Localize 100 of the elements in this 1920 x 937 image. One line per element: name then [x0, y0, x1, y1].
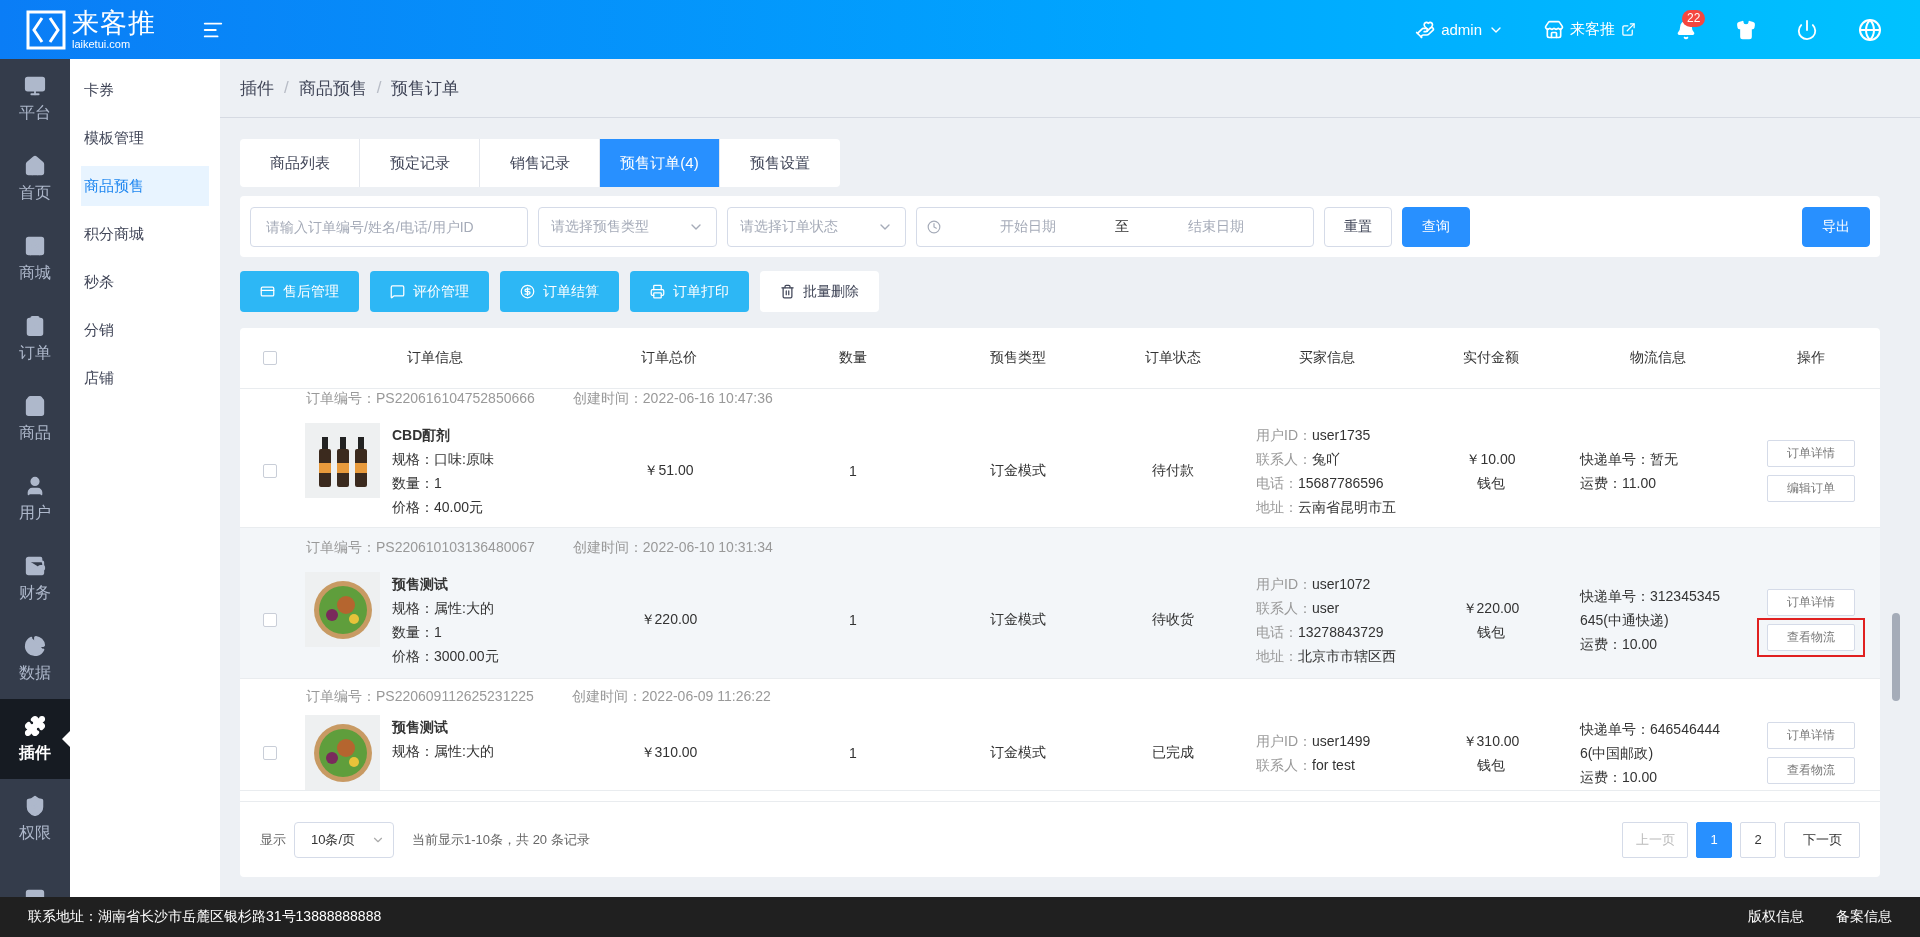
- nav-item[interactable]: 插件: [0, 699, 70, 779]
- puzzle-icon: [24, 714, 46, 737]
- tab[interactable]: 预定记录: [360, 139, 480, 187]
- order-row[interactable]: [240, 528, 1880, 679]
- row-action-button[interactable]: 订单详情: [1766, 721, 1855, 749]
- product-name: 预售测试: [392, 575, 449, 594]
- breadcrumb-separator: /: [376, 78, 382, 98]
- column-header: 实付金额: [1463, 349, 1519, 367]
- shirt-icon[interactable]: [1736, 19, 1756, 40]
- footer-link[interactable]: 备案信息: [1836, 908, 1892, 926]
- external-link-icon[interactable]: [1621, 22, 1636, 37]
- hand-heart-icon: [1415, 19, 1436, 40]
- salad-bowl-drawing: [311, 721, 374, 784]
- logistics-info: 运费：10.00: [1580, 635, 1659, 654]
- nav-item[interactable]: 数据: [0, 619, 70, 699]
- row-action-button[interactable]: 订单详情: [1766, 589, 1855, 616]
- row-action-button[interactable]: 查看物流: [1766, 624, 1855, 651]
- row-checkbox[interactable]: [263, 464, 277, 478]
- product-detail: 数量：1: [392, 474, 443, 493]
- row-checkbox[interactable]: [263, 745, 277, 760]
- query-button[interactable]: 查询: [1402, 206, 1470, 247]
- sub-nav-item[interactable]: 卡券: [81, 70, 209, 110]
- row-action-button[interactable]: 编辑订单: [1766, 475, 1855, 502]
- salad-bowl-drawing: [311, 578, 374, 641]
- order-row[interactable]: 订单编号：PS220616104752850666 创建时间：2022-06-16 10:47:36 CBD酊剂 规格：口味:原味 数量：1 价格：40.00元 ￥51.00 1 订金模式 待付款 用户ID：user1735 联系人：兔吖 电话：15687786596 地址：云南省昆明市五 ￥10.00 钱包 快递单号：暂无 运费：11.00 订单详情 编辑订单: [240, 389, 1880, 528]
- breadcrumb-item[interactable]: 商品预售: [298, 76, 367, 100]
- action-button[interactable]: 批量删除: [760, 271, 879, 312]
- row-action-button[interactable]: 查看物流: [1766, 756, 1855, 784]
- payment-method: 钱包: [1477, 623, 1505, 642]
- breadcrumb-item: 预售订单: [391, 77, 460, 100]
- breadcrumb-item[interactable]: 插件: [240, 76, 274, 100]
- sub-nav-item[interactable]: 模板管理: [81, 118, 209, 158]
- nav-item[interactable]: 平台: [0, 59, 70, 139]
- logo-icon: [26, 9, 66, 50]
- power-icon[interactable]: [1796, 18, 1818, 41]
- sub-nav-item[interactable]: 秒杀: [81, 262, 209, 302]
- buyer-info: 用户ID：user1735: [1256, 426, 1372, 445]
- tab[interactable]: 商品列表: [240, 139, 360, 187]
- page-size-select[interactable]: 10条/页: [294, 821, 394, 858]
- nav-item[interactable]: 用户: [0, 459, 70, 539]
- column-header: 物流信息: [1630, 349, 1686, 367]
- coin-icon: [520, 284, 535, 299]
- sub-nav-item[interactable]: 积分商城: [81, 214, 209, 254]
- presale-type: 订金模式: [989, 462, 1047, 480]
- product-name: 预售测试: [392, 718, 449, 737]
- column-header: 订单信息: [407, 349, 463, 367]
- card-icon: [260, 284, 275, 299]
- quantity: 1: [848, 463, 858, 479]
- paid-amount: ￥220.00: [1462, 599, 1520, 618]
- nav-item[interactable]: 商品: [0, 379, 70, 459]
- buyer-info: 地址：云南省昆明市五: [1256, 498, 1397, 517]
- page-size-label: 显示: [260, 830, 286, 849]
- export-button[interactable]: 导出: [1802, 206, 1870, 247]
- sub-nav-item[interactable]: 店铺: [81, 358, 209, 398]
- column-header: 数量: [839, 349, 867, 367]
- buyer-info: 联系人：user: [1256, 599, 1341, 618]
- tab[interactable]: 预售订单(4): [600, 139, 720, 187]
- buyer-info: 地址：北京市市辖区西: [1256, 647, 1397, 666]
- quantity: 1: [848, 612, 858, 628]
- column-header: 买家信息: [1299, 349, 1355, 367]
- order-total: ￥220.00: [639, 611, 699, 629]
- created-time: 创建时间：2022-06-09 11:26:22: [571, 688, 771, 706]
- page-button[interactable]: 1: [1696, 821, 1732, 858]
- sub-nav-item[interactable]: 商品预售: [81, 166, 209, 206]
- scrollbar-thumb[interactable]: [1892, 613, 1900, 701]
- presale-type: 订金模式: [989, 743, 1047, 762]
- nav-item[interactable]: 财务: [0, 539, 70, 619]
- sub-nav-item[interactable]: 分销: [81, 310, 209, 350]
- date-range-field[interactable]: 开始日期 至 结束日期: [916, 206, 1314, 247]
- product-detail: 数量：1: [392, 623, 443, 642]
- column-header: 订单总价: [641, 349, 697, 367]
- presale-type: 订金模式: [989, 611, 1047, 629]
- logo-title: 来客推: [72, 9, 156, 37]
- nav-item[interactable]: 订单: [0, 299, 70, 379]
- nav-item[interactable]: 商城: [0, 219, 70, 299]
- logistics-info: 运费：10.00: [1580, 767, 1659, 787]
- reset-button[interactable]: 重置: [1324, 206, 1392, 247]
- tab[interactable]: 预售设置: [720, 139, 840, 187]
- buyer-info: 联系人：for test: [1256, 755, 1356, 775]
- paid-amount: ￥10.00: [1466, 450, 1516, 469]
- tab[interactable]: 销售记录: [480, 139, 600, 187]
- footer-link[interactable]: 版权信息: [1748, 908, 1804, 926]
- order-number: 订单编号：PS220610103136480067: [306, 539, 535, 557]
- printer-icon: [650, 284, 665, 299]
- row-checkbox[interactable]: [263, 613, 277, 627]
- page-button[interactable]: 2: [1740, 821, 1776, 858]
- row-action-button[interactable]: 订单详情: [1766, 440, 1855, 467]
- order-total: ￥310.00: [639, 743, 699, 762]
- order-status: 待收货: [1150, 611, 1195, 629]
- pie-chart-icon: [24, 634, 46, 657]
- buyer-info: 电话：15687786596: [1256, 474, 1385, 493]
- nav-item[interactable]: 首页: [0, 139, 70, 219]
- next-page-button[interactable]: 下一页: [1784, 821, 1860, 858]
- product-detail: 规格：属性:大的: [392, 742, 494, 761]
- logistics-info: 快递单号：暂无: [1580, 450, 1679, 469]
- order-status: 已完成: [1150, 743, 1195, 762]
- select-all-checkbox[interactable]: [263, 351, 277, 365]
- nav-item[interactable]: 权限: [0, 779, 70, 859]
- search-field[interactable]: 请输入订单编号/姓名/电话/用户ID: [250, 206, 528, 247]
- globe-icon[interactable]: [1858, 17, 1882, 42]
